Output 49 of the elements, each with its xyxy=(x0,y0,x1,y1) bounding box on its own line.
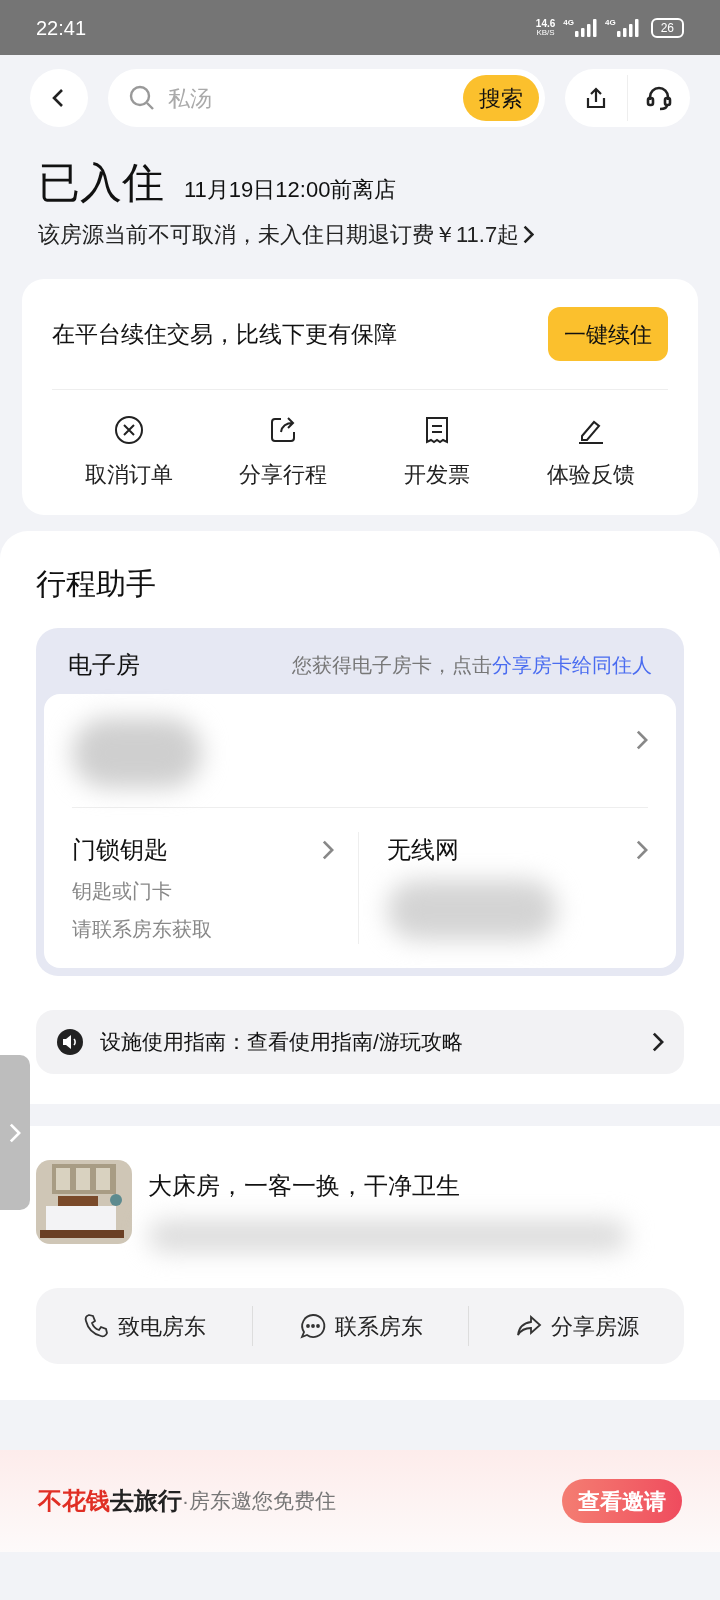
battery-indicator: 26 xyxy=(650,17,684,38)
checkout-time: 11月19日12:00前离店 xyxy=(184,176,397,204)
network-speed: 14.6 xyxy=(535,18,556,29)
chevron-right-icon xyxy=(652,1032,664,1052)
section-heading: 行程助手 xyxy=(35,566,157,602)
signal-icon xyxy=(574,18,597,37)
contact-action-button[interactable]: 联系房东 xyxy=(252,1306,468,1346)
extend-stay-button[interactable]: 一键续住 xyxy=(548,307,668,361)
share-room-card-link[interactable]: 分享房卡给同住人 xyxy=(492,654,652,676)
chevron-right-icon xyxy=(321,840,334,860)
network-type: 4G xyxy=(563,18,574,27)
search-icon xyxy=(128,84,156,112)
speaker-icon xyxy=(56,1028,84,1056)
promo-title: 去旅行 xyxy=(110,1486,182,1516)
clock: 22:41 xyxy=(36,15,87,41)
door-key-note: 请联系房东获取 xyxy=(72,917,213,942)
room-card-hint: 您获得电子房卡，点击分享房卡给同住人 xyxy=(292,653,652,678)
chat-bubble-icon xyxy=(298,1312,327,1340)
chevron-right-icon xyxy=(523,225,535,244)
extend-stay-text: 在平台续住交易，比线下更有保障 xyxy=(52,319,397,349)
network-speed-unit: KB/S xyxy=(536,28,555,37)
order-status-title: 已入住 xyxy=(38,158,164,208)
wifi-title: 无线网 xyxy=(386,835,459,865)
contact-action-button[interactable]: 致电房东 xyxy=(36,1306,252,1346)
cancellation-policy-link[interactable]: 该房源当前不可取消，未入住日期退订费￥11.7起 xyxy=(38,218,535,251)
search-field[interactable]: 私汤 搜索 xyxy=(108,69,545,127)
network-type: 4G xyxy=(604,18,616,27)
door-key-type: 钥匙或门卡 xyxy=(72,879,173,904)
side-drawer-handle[interactable] xyxy=(0,1055,30,1210)
cancel-circle-icon xyxy=(113,414,145,446)
headset-icon xyxy=(645,84,673,112)
promo-subtitle: ·房东邀您免费住 xyxy=(182,1488,337,1515)
listing-title: 大床房，一客一换，干净卫生 xyxy=(148,1172,460,1199)
chevron-right-icon xyxy=(636,840,648,860)
contact-action-button[interactable]: 分享房源 xyxy=(468,1306,684,1346)
chevron-right-icon xyxy=(9,1122,21,1143)
order-action-button[interactable]: 分享行程 xyxy=(206,414,360,491)
door-key-title: 门锁钥匙 xyxy=(72,835,168,865)
signal-icon xyxy=(616,18,639,37)
promo-highlight: 不花钱 xyxy=(38,1486,110,1516)
facility-guide-bar[interactable]: 设施使用指南：查看使用指南/游玩攻略 xyxy=(36,1010,684,1074)
room-card-title: 电子房 xyxy=(68,650,140,680)
order-action-button[interactable]: 取消订单 xyxy=(52,414,206,491)
chevron-right-icon xyxy=(636,730,648,750)
order-action-button[interactable]: 开发票 xyxy=(360,414,514,491)
order-action-button[interactable]: 体验反馈 xyxy=(514,414,668,491)
search-button[interactable]: 搜索 xyxy=(463,75,539,121)
phone-icon xyxy=(82,1312,110,1340)
share-icon xyxy=(584,86,608,110)
